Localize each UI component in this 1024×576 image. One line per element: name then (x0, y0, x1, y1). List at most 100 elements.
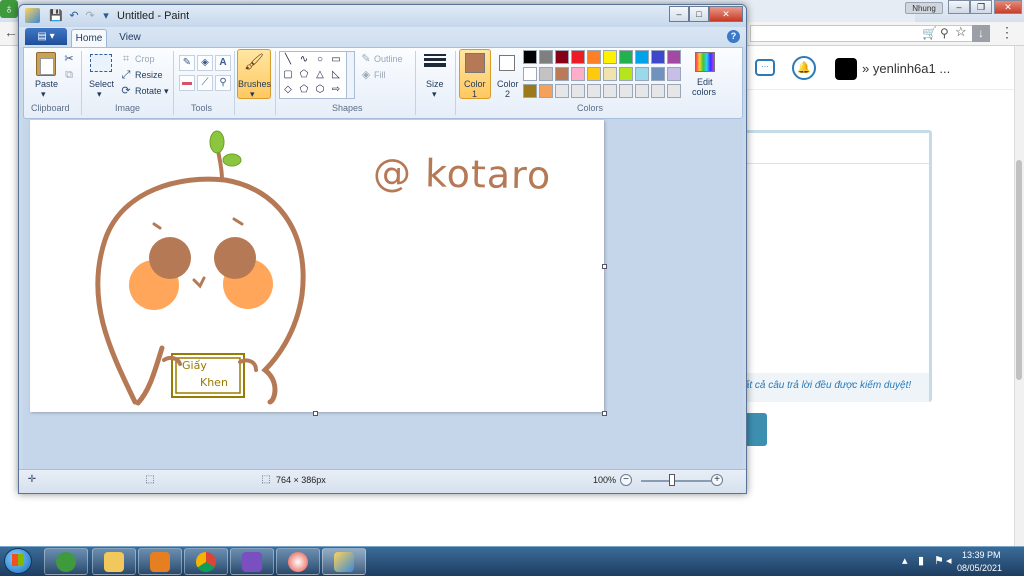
palette-swatch[interactable] (571, 67, 585, 81)
file-menu-button[interactable]: ▤ ▾ (25, 28, 67, 45)
brushes-dropdown-icon[interactable]: ▾ (250, 89, 255, 100)
palette-swatch[interactable] (619, 50, 633, 64)
palette-swatch[interactable] (635, 67, 649, 81)
pentagon-shape-icon[interactable]: ⬠ (298, 84, 310, 96)
triangle-shape-icon[interactable]: △ (314, 69, 326, 81)
save-icon[interactable]: 💾 (49, 9, 63, 23)
drawing-canvas[interactable]: @ kotaro Giấy Khen (30, 120, 604, 412)
fill-bucket-icon[interactable]: ◈ (197, 55, 213, 71)
paste-button[interactable] (36, 52, 56, 76)
bell-icon[interactable]: 🔔 (792, 56, 816, 80)
zoom-out-button[interactable]: − (620, 474, 632, 486)
canvas-resize-handle-right[interactable] (602, 264, 607, 269)
palette-swatch[interactable] (619, 84, 633, 98)
palette-swatch[interactable] (571, 84, 585, 98)
color1-swatch[interactable] (465, 53, 485, 73)
select-button[interactable] (90, 54, 112, 72)
color2-label[interactable]: Color (497, 79, 519, 89)
browser-close-button[interactable]: ✕ (994, 0, 1022, 14)
app-logo-icon[interactable]: ♁ (0, 0, 18, 18)
palette-swatch[interactable] (603, 50, 617, 64)
palette-swatch[interactable] (555, 67, 569, 81)
shapes-gallery-scroll[interactable] (347, 51, 355, 99)
edit-colors-label[interactable]: Edit (697, 77, 713, 87)
crop-icon[interactable]: ⌗ (119, 52, 133, 66)
palette-swatch[interactable] (571, 50, 585, 64)
address-bar[interactable] (750, 25, 990, 42)
oval-shape-icon[interactable]: ○ (314, 54, 326, 66)
avatar[interactable] (835, 58, 857, 80)
palette-swatch[interactable] (587, 67, 601, 81)
rotate-label[interactable]: Rotate (135, 86, 162, 96)
clock-date[interactable]: 08/05/2021 (957, 563, 1002, 573)
color-palette[interactable] (523, 50, 687, 100)
paint-app-icon[interactable] (25, 8, 40, 23)
palette-swatch[interactable] (651, 67, 665, 81)
zoom-in-button[interactable]: + (711, 474, 723, 486)
palette-swatch[interactable] (651, 50, 665, 64)
size-dropdown-icon[interactable]: ▾ (432, 89, 437, 100)
help-icon[interactable]: ? (727, 30, 740, 43)
palette-swatch[interactable] (539, 67, 553, 81)
palette-swatch[interactable] (603, 84, 617, 98)
brushes-label[interactable]: Brushes (238, 79, 271, 89)
site-username[interactable]: » yenlinh6a1 ... (862, 61, 950, 76)
rotate-dropdown-icon[interactable]: ▾ (164, 86, 169, 97)
zoom-slider-thumb[interactable] (669, 474, 675, 486)
hexagon-shape-icon[interactable]: ⬡ (314, 84, 326, 96)
diamond-shape-icon[interactable]: ◇ (282, 84, 294, 96)
browser-menu-icon[interactable]: ⋮ (1000, 24, 1014, 41)
line-shape-icon[interactable]: ╲ (282, 54, 294, 66)
clock-time[interactable]: 13:39 PM (962, 550, 1001, 560)
download-icon[interactable]: ↓ (972, 25, 990, 42)
palette-swatch[interactable] (619, 67, 633, 81)
crop-label[interactable]: Crop (135, 54, 155, 64)
quick-access-dropdown-icon[interactable]: ▾ (99, 9, 113, 23)
cart-icon[interactable]: 🛒 (922, 26, 937, 40)
magnifier-icon[interactable]: ⚲ (215, 75, 231, 91)
palette-swatch[interactable] (539, 84, 553, 98)
edit-colors-icon[interactable] (695, 52, 715, 72)
palette-swatch[interactable] (635, 84, 649, 98)
back-arrow-icon[interactable]: ← (4, 24, 18, 40)
rounded-rect-shape-icon[interactable]: ▢ (282, 69, 294, 81)
maximize-button[interactable]: □ (689, 6, 709, 22)
eraser-icon[interactable]: ▬ (179, 75, 195, 91)
close-button[interactable]: ✕ (709, 6, 743, 22)
color2-swatch[interactable] (499, 55, 515, 71)
arrow-shape-icon[interactable]: ⇨ (330, 84, 342, 96)
palette-swatch[interactable] (539, 50, 553, 64)
rectangle-shape-icon[interactable]: ▭ (330, 54, 342, 66)
zoom-icon[interactable]: ⚲ (940, 26, 949, 40)
color1-label[interactable]: Color (464, 79, 486, 89)
fill-icon[interactable]: ◈ (359, 68, 373, 82)
redo-icon[interactable]: ↷ (83, 9, 97, 23)
copy-icon[interactable]: ⧉ (62, 68, 76, 82)
polygon-shape-icon[interactable]: ⬠ (298, 69, 310, 81)
tab-home[interactable]: Home (71, 29, 107, 47)
rotate-icon[interactable]: ⟳ (119, 84, 133, 98)
palette-swatch[interactable] (523, 84, 537, 98)
palette-swatch[interactable] (667, 84, 681, 98)
palette-swatch[interactable] (555, 50, 569, 64)
tab-view[interactable]: View (113, 29, 147, 47)
fill-label[interactable]: Fill (374, 70, 386, 80)
volume-icon[interactable]: ◂ (946, 554, 952, 567)
paste-dropdown-icon[interactable]: ▾ (41, 89, 46, 100)
page-scrollbar-thumb[interactable] (1016, 160, 1022, 380)
size-label[interactable]: Size (426, 79, 444, 89)
canvas-resize-handle-bottom[interactable] (313, 411, 318, 416)
browser-user-badge[interactable]: Nhung (905, 2, 943, 14)
select-dropdown-icon[interactable]: ▾ (97, 89, 102, 100)
size-icon[interactable] (424, 54, 446, 70)
cut-icon[interactable]: ✂ (62, 52, 76, 66)
browser-restore-button[interactable]: ❐ (970, 0, 992, 14)
palette-swatch[interactable] (635, 50, 649, 64)
color-picker-icon[interactable]: ⟋ (197, 75, 213, 91)
right-triangle-shape-icon[interactable]: ◺ (330, 69, 342, 81)
palette-swatch[interactable] (587, 50, 601, 64)
palette-swatch[interactable] (667, 50, 681, 64)
palette-swatch[interactable] (587, 84, 601, 98)
outline-label[interactable]: Outline (374, 54, 403, 64)
network-icon[interactable]: ▮ (918, 554, 924, 567)
